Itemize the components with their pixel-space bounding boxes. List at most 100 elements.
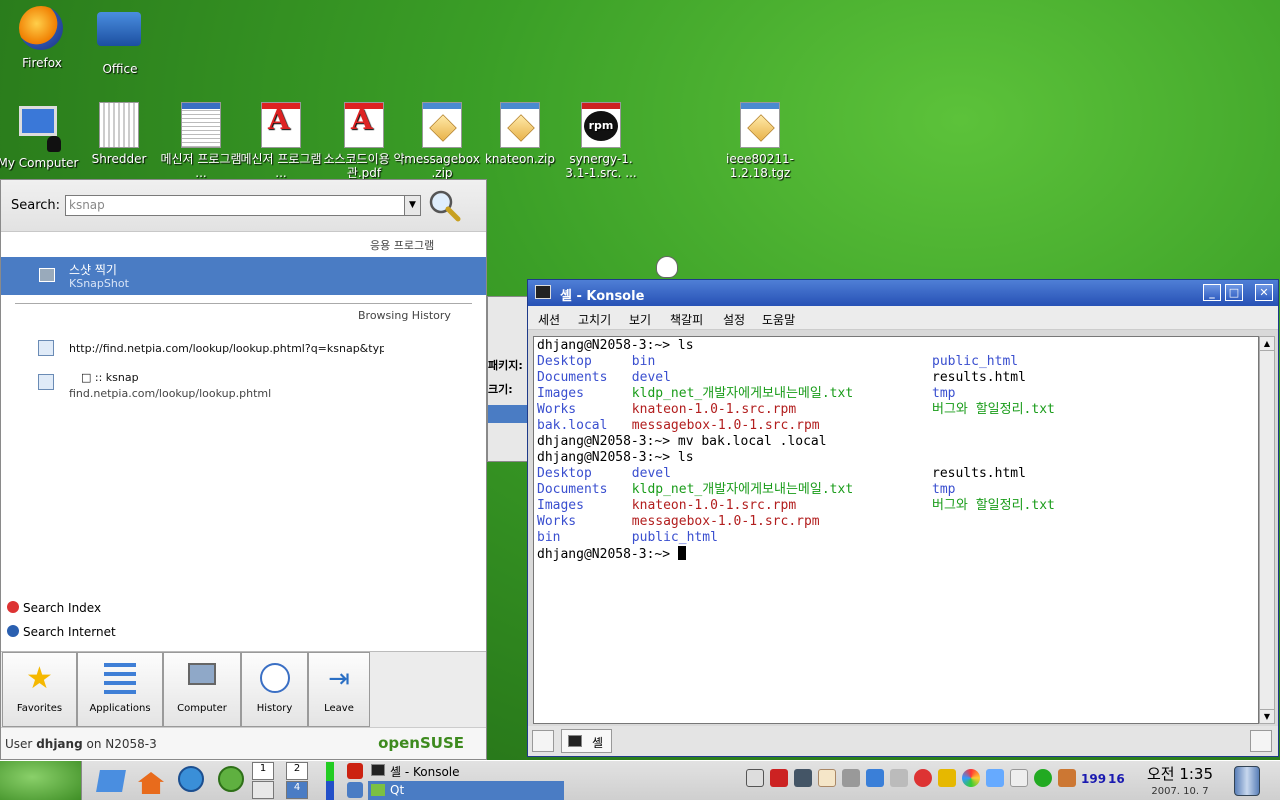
scroll-up-arrow[interactable]: ▲ (1260, 337, 1274, 351)
tray-colors-icon[interactable] (962, 769, 980, 787)
search-index-link[interactable]: Search Index (7, 601, 101, 615)
konsole-titlebar[interactable]: 셸 - Konsole _ □ ✕ (528, 280, 1278, 306)
desktop-icon-license-pdf[interactable]: A 소스코드이용 약관.pdf (322, 102, 406, 180)
tray-pencil-icon[interactable] (938, 769, 956, 787)
archive-icon (737, 102, 783, 148)
tray-windows-icon[interactable] (986, 769, 1004, 787)
tray-keyboard-icon[interactable] (890, 769, 908, 787)
terminal-line: Images knateon-1.0-1.src.rpm 버그와 할일정리.txt (537, 498, 1255, 514)
shutdown-icon[interactable] (347, 763, 363, 779)
pager-desktop-3[interactable] (252, 781, 274, 799)
home-icon[interactable] (138, 766, 168, 796)
terminal-text: dhjang@N2058-3:~> mv bak.local .local (537, 434, 827, 449)
minimize-button[interactable]: _ (1203, 284, 1221, 301)
firefox-icon (19, 6, 65, 52)
close-session-button[interactable] (1250, 730, 1272, 752)
search-internet-label: Search Internet (23, 625, 116, 639)
office-icon (97, 12, 143, 58)
desktop-icon-messagebox-zip[interactable]: messagebox .zip (400, 102, 484, 180)
tray-app-icon[interactable] (770, 769, 788, 787)
tab-applications[interactable]: Applications (77, 652, 163, 727)
desktop-icon-messenger-1[interactable]: 메신저 프로그램 ... (159, 102, 243, 180)
computer-icon (186, 663, 218, 695)
desktop-icon-shredder[interactable]: Shredder (77, 102, 161, 166)
kwrite-icon[interactable] (96, 766, 128, 796)
package-label: 패키지: (488, 359, 523, 372)
desktop-icon-messenger-2[interactable]: A 메신저 프로그램 ... (239, 102, 323, 180)
tray-k-icon[interactable] (818, 769, 836, 787)
tray-calendar-icon[interactable] (1058, 769, 1076, 787)
tab-leave[interactable]: ⇥ Leave (308, 652, 370, 727)
start-menu-button[interactable] (0, 761, 82, 800)
desktop-icon-knateon-zip[interactable]: knateon.zip (478, 102, 562, 166)
result-ksnapshot[interactable]: 스샷 찍기 KSnapShot (1, 257, 486, 295)
close-button[interactable]: ✕ (1255, 284, 1273, 301)
clock-date: 2007. 10. 7 (1151, 786, 1209, 797)
user-info: User dhjang on N2058-3 (5, 737, 157, 751)
trash-icon[interactable] (1234, 766, 1260, 796)
update-icon[interactable] (218, 766, 248, 796)
terminal-text: Images (537, 386, 584, 401)
history-item[interactable]: □ :: ksnap find.netpia.com/lookup/lookup… (1, 368, 486, 400)
desktop-icon-label: 소스코드이용 약관.pdf (323, 152, 405, 180)
keyboard-icon[interactable] (746, 769, 764, 787)
menu-session[interactable]: 세션 (538, 311, 560, 328)
menu-view[interactable]: 보기 (629, 311, 651, 328)
tray-download-icon[interactable] (866, 769, 884, 787)
desktop-icon-office[interactable]: Office (78, 6, 162, 76)
tray-green-icon[interactable] (1034, 769, 1052, 787)
computer-icon (15, 106, 61, 152)
desktop-icon-firefox[interactable]: Firefox (0, 6, 84, 70)
search-index-label: Search Index (23, 601, 102, 615)
pager-desktop-1[interactable]: 1 (252, 762, 274, 780)
desktop-icon-label: ieee80211- 1.2.18.tgz (726, 152, 794, 180)
desktop-icon-synergy-rpm[interactable]: rpm synergy-1. 3.1-1.src. ... (559, 102, 643, 180)
window-title: 셸 - Konsole (560, 289, 645, 304)
tab-computer[interactable]: Computer (163, 652, 241, 727)
terminal-text: kldp_net_개발자에게보내는메일.txt (631, 386, 854, 401)
terminal-cursor (677, 546, 686, 560)
task-label: Qt (390, 783, 405, 797)
clock[interactable]: 오전 1:35 2007. 10. 7 (1138, 763, 1222, 797)
terminal-text: bin (537, 530, 561, 545)
size-label: 크기: (488, 383, 513, 396)
result-desc: KSnapShot (69, 277, 129, 290)
tray-record-icon[interactable] (914, 769, 932, 787)
search-internet-link[interactable]: Search Internet (7, 625, 116, 639)
desktop-icon-my-computer[interactable]: My Computer (0, 102, 80, 170)
pager-desktop-2[interactable]: 2 (286, 762, 308, 780)
menu-edit[interactable]: 고치기 (578, 311, 611, 328)
konqueror-icon[interactable] (178, 766, 208, 796)
tray-network-icon[interactable] (794, 769, 812, 787)
vertical-scrollbar[interactable]: ▲ ▼ (1259, 336, 1275, 724)
task-label: 셸 - Konsole (390, 765, 460, 779)
magnifier-icon[interactable] (427, 188, 461, 222)
task-konsole[interactable]: 셸 - Konsole (368, 761, 564, 780)
search-input[interactable]: ksnap (65, 195, 405, 216)
scroll-down-arrow[interactable]: ▼ (1260, 709, 1274, 723)
new-session-button[interactable] (532, 730, 554, 752)
desktop-icon-label: synergy-1. 3.1-1.src. ... (565, 152, 637, 180)
tray-tools-icon[interactable] (842, 769, 860, 787)
tab-history[interactable]: History (241, 652, 308, 727)
tray-chat-icon[interactable] (1010, 769, 1028, 787)
menu-settings[interactable]: 설정 (723, 311, 745, 328)
history-item[interactable]: http://find.netpia.com/lookup/lookup.pht… (1, 334, 486, 364)
search-dropdown-button[interactable]: ▼ (404, 195, 421, 216)
search-bar: Search: ksnap ▼ (1, 180, 486, 232)
task-qt[interactable]: Qt (368, 781, 564, 800)
tab-favorites[interactable]: ★ Favorites (2, 652, 77, 727)
maximize-button[interactable]: □ (1225, 284, 1243, 301)
background-window[interactable]: 패키지: 크기: (487, 296, 530, 462)
desktop-icon-ieee80211-tgz[interactable]: ieee80211- 1.2.18.tgz (718, 102, 802, 180)
terminal-text: 버그와 할일정리.txt (932, 402, 1055, 417)
menu-help[interactable]: 도움말 (762, 311, 795, 328)
lock-icon[interactable] (347, 782, 363, 798)
session-tab[interactable]: 셸 (561, 729, 612, 753)
menu-bookmarks[interactable]: 책갈피 (670, 311, 703, 328)
selected-row[interactable] (488, 405, 530, 423)
terminal-icon[interactable] (535, 285, 551, 299)
terminal-area[interactable]: dhjang@N2058-3:~> ls Desktop bin public_htm… (533, 336, 1259, 724)
terminal-line: dhjang@N2058-3:~> mv bak.local .local (537, 434, 1255, 450)
pager-desktop-4[interactable]: 4 (286, 781, 308, 799)
